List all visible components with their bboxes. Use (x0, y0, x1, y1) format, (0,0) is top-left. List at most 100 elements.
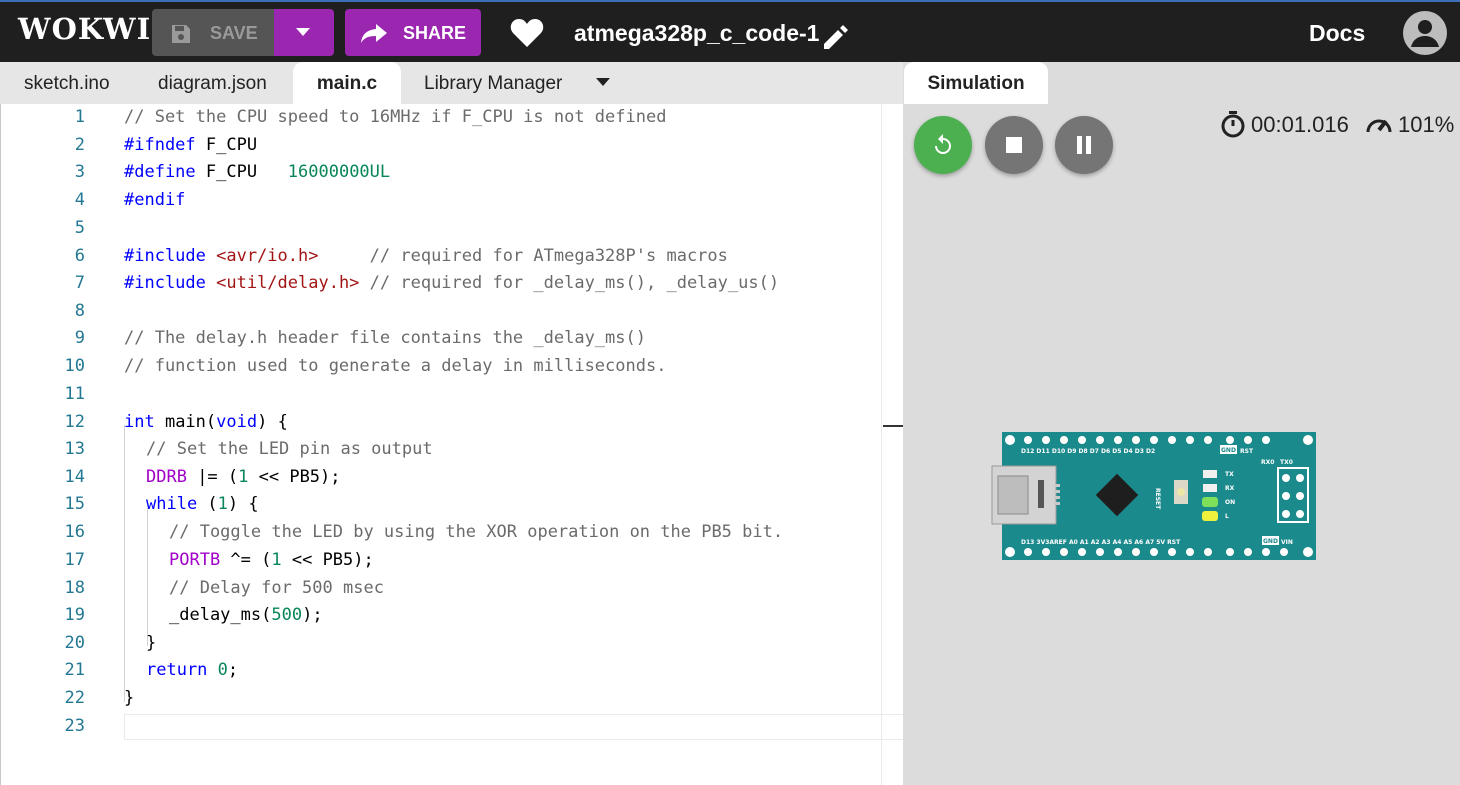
code-line: // function used to generate a delay in … (124, 354, 666, 378)
code-text: F_CPU (195, 135, 258, 155)
restart-icon (935, 134, 951, 154)
wokwi-logo[interactable]: WOKWI (18, 12, 151, 46)
code-comment: // required for ATmega328P's macros (318, 246, 728, 266)
code-line: #define F_CPU 16000000UL (124, 160, 390, 184)
arduino-nano-board[interactable]: D12 D11 D10 D9 D8 D7 D6 D5 D4 D3 D2 GND … (990, 430, 1320, 562)
code-register: PORTB (169, 550, 221, 570)
code-directive: #define (124, 162, 196, 182)
editor-scrollbar[interactable] (881, 104, 882, 785)
code-comment: // function used to generate a delay in … (124, 356, 667, 376)
code-line: PORTB ^= (1 << PB5); (169, 548, 374, 572)
tx-pin-label: TX0 (1280, 459, 1293, 466)
code-line: // Set the LED pin as output (146, 437, 433, 461)
more-tabs-caret-icon[interactable] (596, 78, 610, 86)
tab-main-c[interactable]: main.c (293, 62, 401, 104)
mount-hole (1005, 435, 1015, 445)
code-text: } (124, 688, 135, 708)
line-number: 12 (64, 412, 85, 432)
save-options-dropdown-button[interactable] (274, 9, 334, 56)
code-directive: #endif (124, 190, 186, 210)
code-line: // The delay.h header file contains the … (124, 326, 646, 350)
power-led (1202, 497, 1218, 507)
code-line: // Set the CPU speed to 16MHz if F_CPU i… (124, 105, 666, 129)
code-number: 16000000UL (287, 162, 391, 182)
code-line: // Delay for 500 msec (169, 576, 384, 600)
simulation-speed-value: 101% (1398, 112, 1455, 137)
led-tx-label: TX (1225, 471, 1234, 478)
line-number: 22 (64, 688, 85, 708)
indent-guide (124, 425, 125, 702)
line-number: 8 (74, 301, 85, 321)
code-directive: #ifndef (124, 135, 196, 155)
mount-hole (1005, 547, 1015, 557)
top-rst-label: RST (1240, 448, 1254, 455)
code-keyword: int (124, 412, 155, 432)
heart-icon[interactable] (510, 18, 544, 48)
speedometer-icon (1366, 119, 1392, 133)
simulation-speed: 101% (1364, 110, 1454, 144)
code-line: #include <util/delay.h> // required for … (124, 271, 779, 295)
line-number: 6 (74, 246, 85, 266)
scrollbar-marker (883, 425, 903, 427)
tab-library-manager[interactable]: Library Manager (424, 62, 562, 104)
top-gnd-label: GND (1221, 447, 1236, 454)
code-comment: // Toggle the LED by using the XOR opera… (169, 522, 784, 542)
indent-guide (147, 508, 148, 646)
code-keyword: return (146, 660, 208, 680)
line-number: 16 (64, 522, 85, 542)
top-bar: WOKWI SAVE SHARE atmega328p_c_code-1 Doc… (0, 2, 1460, 62)
share-arrow-icon (361, 24, 387, 43)
code-comment: // required for _delay_ms(), _delay_us() (359, 273, 780, 293)
bottom-vin-label: VIN (1281, 539, 1293, 546)
line-number: 4 (74, 190, 85, 210)
tab-simulation[interactable]: Simulation (904, 62, 1048, 104)
code-text: ) { (227, 494, 259, 514)
current-line-highlight (124, 714, 904, 740)
line-number: 10 (64, 356, 85, 376)
code-comment: // Set the CPU speed to 16MHz if F_CPU i… (124, 107, 667, 127)
code-line: // Toggle the LED by using the XOR opera… (169, 520, 783, 544)
code-line: #include <avr/io.h> // required for ATme… (124, 244, 728, 268)
pencil-edit-icon[interactable] (820, 22, 852, 52)
code-text: ) { (257, 412, 288, 432)
line-number: 21 (64, 660, 85, 680)
line-number: 13 (64, 439, 85, 459)
tab-sketch-ino[interactable]: sketch.ino (24, 62, 110, 104)
mount-hole (1303, 547, 1313, 557)
code-directive: #include (124, 273, 217, 293)
code-line: } (146, 631, 156, 655)
builtin-led-l (1202, 511, 1218, 521)
reset-label: RESET (1154, 488, 1161, 510)
line-number: 20 (64, 633, 85, 653)
code-line: _delay_ms(500); (169, 603, 323, 627)
code-number: 0 (217, 660, 228, 680)
save-label: SAVE (210, 23, 258, 43)
code-comment: // Delay for 500 msec (169, 578, 384, 598)
save-button[interactable]: SAVE (152, 9, 274, 56)
line-number: 19 (64, 605, 85, 625)
editor-tab-bar: sketch.ino diagram.json main.c Library M… (0, 62, 903, 104)
pause-simulation-button[interactable] (1055, 116, 1113, 174)
mount-hole (1303, 435, 1313, 445)
code-line: #ifndef F_CPU (124, 133, 257, 157)
code-text: ); (302, 605, 323, 625)
reset-button-knob (1177, 488, 1185, 496)
project-title[interactable]: atmega328p_c_code-1 (574, 20, 819, 47)
line-number: 17 (64, 550, 85, 570)
code-editor[interactable]: 1 2 3 4 5 6 7 8 9 10 11 12 13 14 15 16 1… (0, 104, 904, 785)
tab-diagram-json[interactable]: diagram.json (158, 62, 267, 104)
line-number: 11 (64, 384, 85, 404)
code-directive: #include (124, 246, 217, 266)
line-number: 23 (64, 716, 85, 736)
stop-simulation-button[interactable] (985, 116, 1043, 174)
code-text: F_CPU (195, 162, 288, 182)
code-text: _delay_ms( (169, 605, 272, 625)
user-avatar[interactable] (1403, 11, 1447, 55)
code-number: 500 (271, 605, 303, 625)
line-number: 1 (74, 107, 85, 127)
restart-simulation-button[interactable] (914, 116, 972, 174)
docs-link[interactable]: Docs (1309, 20, 1365, 47)
rx-pin-label: RX0 (1261, 459, 1274, 466)
share-button[interactable]: SHARE (345, 9, 481, 56)
code-header-path: <avr/io.h> (216, 246, 319, 266)
